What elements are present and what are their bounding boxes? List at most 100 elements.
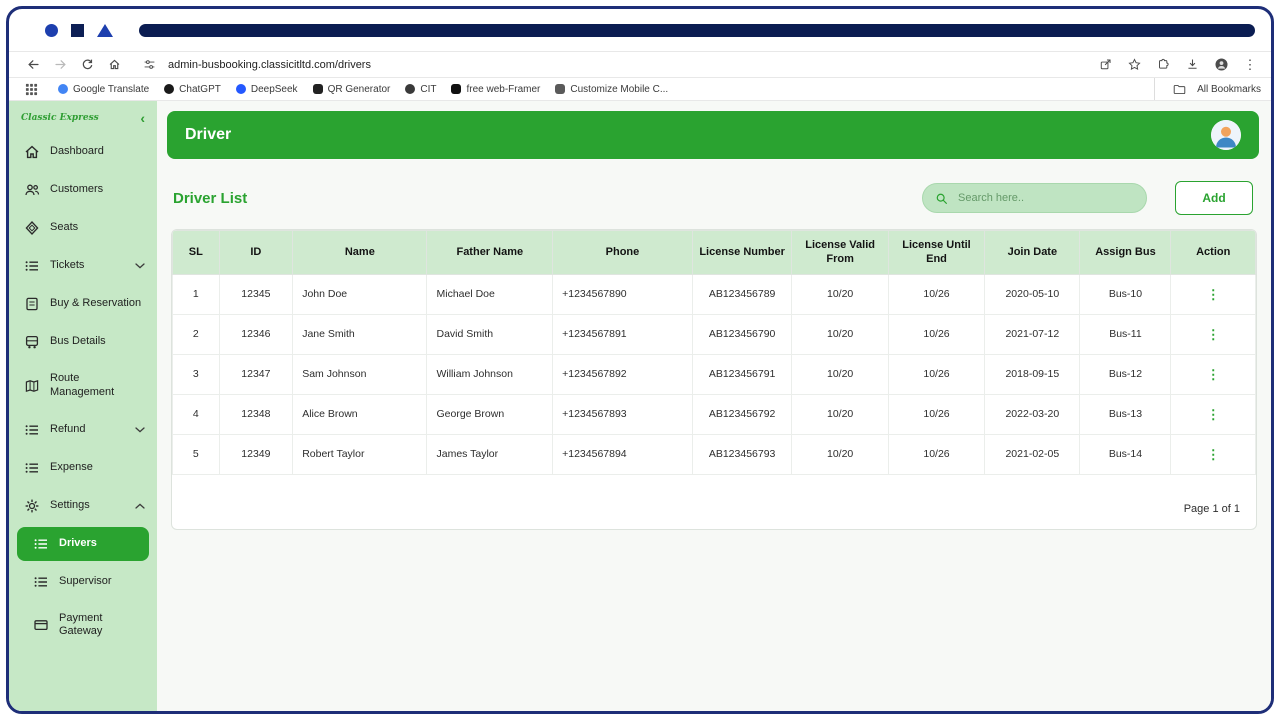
sidebar-item-tickets[interactable]: Tickets <box>9 247 157 285</box>
chevron-down-icon <box>135 426 145 433</box>
column-header-license-until-end: License Until End <box>887 230 986 275</box>
cell-license-number: AB123456793 <box>691 433 793 475</box>
card-icon <box>33 617 49 633</box>
sidebar-item-drivers[interactable]: Drivers <box>17 526 149 561</box>
cell-phone: +1234567891 <box>552 313 693 355</box>
cell-name: Sam Johnson <box>292 353 428 395</box>
bookmark-item-google-translate[interactable]: Google Translate <box>58 84 149 95</box>
sidebar-item-label: Buy & Reservation <box>50 297 142 310</box>
page-title: Driver <box>185 126 232 143</box>
bookmark-item-customize-mobile-c[interactable]: Customize Mobile C... <box>555 84 668 95</box>
customize-favicon <box>555 84 566 94</box>
seat-icon <box>24 220 40 236</box>
sidebar-item-label: Payment Gateway <box>59 611 103 638</box>
bookmark-item-free-web-framer[interactable]: free web-Framer <box>451 84 540 95</box>
sidebar-item-label: Seats <box>50 221 79 234</box>
window-control-circle <box>45 23 58 37</box>
column-header-license-number: License Number <box>691 230 793 275</box>
table-row: 3 12347 Sam Johnson William Johnson +1234567… <box>172 353 1256 395</box>
cit-favicon <box>405 84 416 94</box>
sidebar-item-expense[interactable]: Expense <box>9 449 157 487</box>
search-icon <box>936 193 947 204</box>
sidebar-item-dashboard[interactable]: Dashboard <box>9 133 157 171</box>
cell-father-name: Michael Doe <box>426 273 554 315</box>
column-header-action: Action <box>1170 230 1256 275</box>
bookmark-label: CIT <box>420 83 437 95</box>
cell-name: Jane Smith <box>292 313 428 355</box>
sidebar: Classic Express ‹ Dashboard Customers Seat… <box>9 101 157 711</box>
cell-action: ⋮ <box>1170 313 1256 355</box>
cell-sl: 4 <box>172 393 220 435</box>
profile-avatar-icon[interactable] <box>1212 54 1230 75</box>
cell-sl: 3 <box>172 353 220 395</box>
user-avatar[interactable] <box>1211 120 1241 150</box>
sidebar-item-payment-gateway[interactable]: Payment Gateway <box>9 601 157 651</box>
window-title-bar-pill <box>139 23 1255 37</box>
cell-phone: +1234567893 <box>552 393 693 435</box>
row-actions-button[interactable]: ⋮ <box>1201 327 1226 342</box>
sidebar-item-label: Settings <box>50 498 90 511</box>
cell-license-number: AB123456789 <box>691 273 793 315</box>
home-icon[interactable] <box>102 54 126 75</box>
cell-action: ⋮ <box>1170 273 1256 315</box>
main-content: Driver Driver List Add SLIDNameFather Na… <box>157 101 1271 711</box>
sidebar-item-refund[interactable]: Refund <box>9 411 157 449</box>
list-icon <box>33 536 49 552</box>
cell-assign-bus: Bus-14 <box>1079 433 1172 475</box>
search-box <box>922 183 1147 213</box>
sidebar-item-buy-reservation[interactable]: Buy & Reservation <box>9 285 157 323</box>
site-settings-icon[interactable] <box>137 54 161 75</box>
sidebar-item-bus-details[interactable]: Bus Details <box>9 323 157 361</box>
list-icon <box>24 422 40 438</box>
bookmarks-bar: Google Translate ChatGPT DeepSeek QR Genera… <box>9 78 1271 101</box>
all-bookmarks-button[interactable]: All Bookmarks <box>1154 78 1261 100</box>
row-actions-button[interactable]: ⋮ <box>1201 407 1226 422</box>
search-input[interactable] <box>956 191 1134 205</box>
add-button[interactable]: Add <box>1175 181 1253 215</box>
sidebar-item-route-management[interactable]: Route Management <box>9 361 157 411</box>
cell-action: ⋮ <box>1170 393 1256 435</box>
cell-license-until-end: 10/26 <box>887 273 986 315</box>
sidebar-item-label: Expense <box>50 460 93 473</box>
driver-table-card: SL ID Name Father Name Phone License Number Li… <box>171 229 1257 530</box>
bookmark-item-chatgpt[interactable]: ChatGPT <box>164 84 221 95</box>
cell-license-until-end: 10/26 <box>887 353 986 395</box>
cell-assign-bus: Bus-13 <box>1079 393 1172 435</box>
row-actions-button[interactable]: ⋮ <box>1201 367 1226 382</box>
sidebar-item-customers[interactable]: Customers <box>9 171 157 209</box>
bookmark-star-icon[interactable] <box>1125 54 1143 75</box>
browser-toolbar: admin-busbooking.classicitltd.com/driver… <box>9 51 1271 78</box>
row-actions-button[interactable]: ⋮ <box>1201 447 1226 462</box>
cell-assign-bus: Bus-11 <box>1079 313 1172 355</box>
bookmark-item-qr-generator[interactable]: QR Generator <box>312 84 390 95</box>
sidebar-item-label: Supervisor <box>59 574 112 587</box>
sidebar-collapse-icon[interactable]: ‹ <box>140 111 145 125</box>
sidebar-item-seats[interactable]: Seats <box>9 209 157 247</box>
cell-license-number: AB123456791 <box>691 353 793 395</box>
column-header-id: ID <box>218 230 294 275</box>
bookmark-label: DeepSeek <box>250 83 298 95</box>
cell-license-valid-from: 10/20 <box>791 273 889 315</box>
extensions-icon[interactable] <box>1154 54 1172 75</box>
table-row: 2 12346 Jane Smith David Smith +1234567891 AB… <box>172 313 1256 355</box>
bookmark-item-deepseek[interactable]: DeepSeek <box>235 83 298 95</box>
row-actions-button[interactable]: ⋮ <box>1201 287 1226 302</box>
bookmark-item-cit[interactable]: CIT <box>405 84 436 95</box>
apps-grid-icon[interactable] <box>19 79 43 100</box>
browser-menu-icon[interactable]: ⋮ <box>1241 54 1259 75</box>
sidebar-item-supervisor[interactable]: Supervisor <box>9 563 157 601</box>
table-header-row: SL ID Name Father Name Phone License Number Li… <box>172 230 1256 275</box>
route-icon <box>24 378 40 394</box>
share-icon[interactable] <box>1096 54 1114 75</box>
cell-action: ⋮ <box>1170 353 1256 395</box>
downloads-icon[interactable] <box>1183 54 1201 75</box>
sidebar-item-label: Bus Details <box>50 335 106 348</box>
sidebar-item-settings[interactable]: Settings <box>9 487 157 525</box>
list-icon <box>33 574 49 590</box>
bookmark-label: Customize Mobile C... <box>570 83 669 95</box>
forward-icon[interactable] <box>48 54 72 75</box>
reload-icon[interactable] <box>75 54 99 75</box>
back-icon[interactable] <box>21 54 45 75</box>
column-header-sl: SL <box>172 230 220 275</box>
address-bar[interactable]: admin-busbooking.classicitltd.com/driver… <box>129 54 1093 75</box>
